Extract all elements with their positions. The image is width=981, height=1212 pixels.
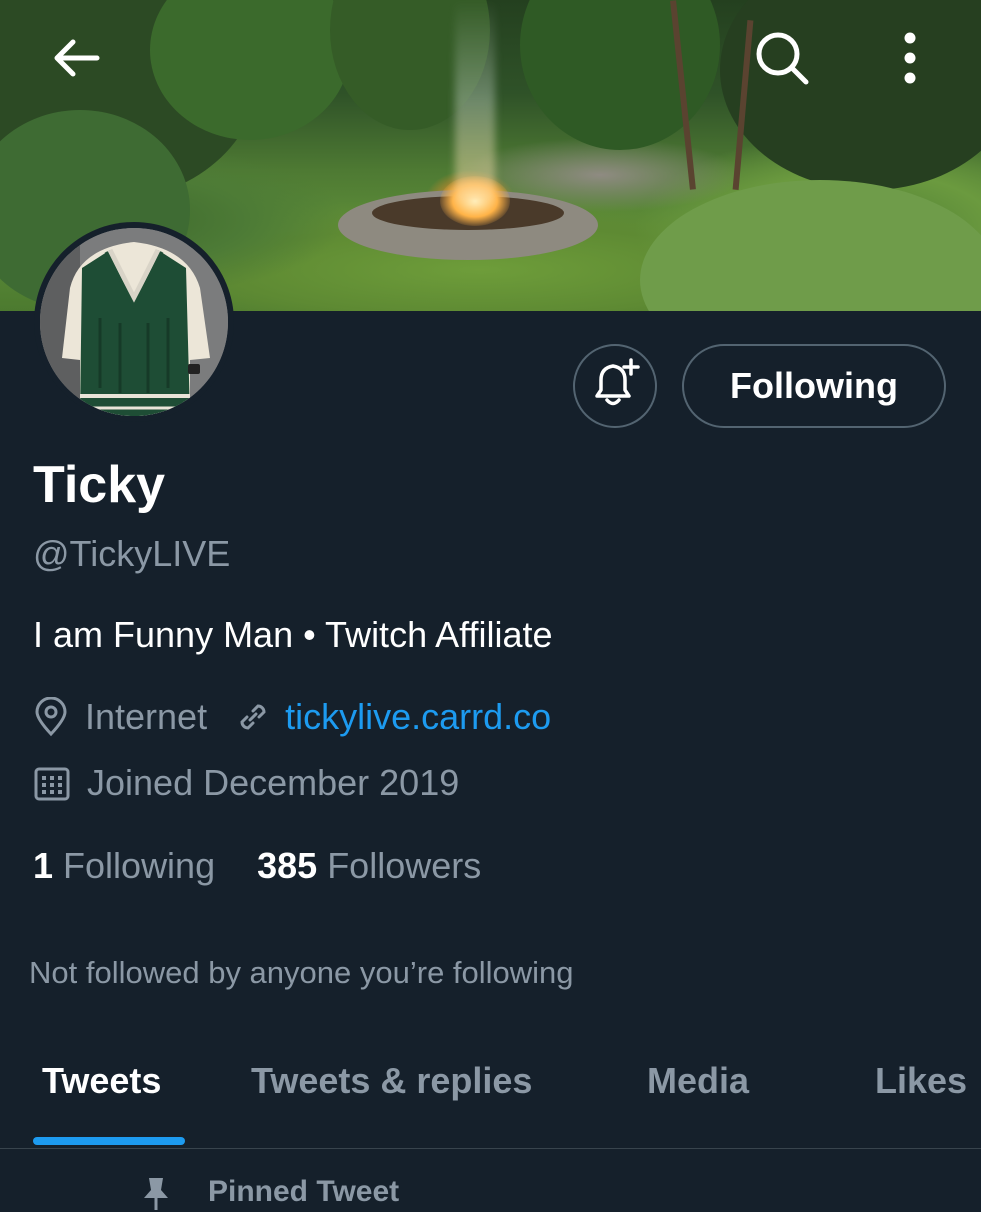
display-name: Ticky [33,456,166,514]
following-button[interactable]: Following [682,344,946,428]
following-button-label: Following [730,365,898,406]
bio: I am Funny Man • Twitch Affiliate [33,614,553,655]
banner-foliage [720,0,981,190]
tab-tweets[interactable]: Tweets [42,1060,161,1102]
following-stat[interactable]: 1 Following [33,845,215,887]
bell-plus-icon [589,357,641,415]
social-context: Not followed by anyone you’re following [29,955,574,990]
notifications-button[interactable] [573,344,657,428]
avatar[interactable] [34,222,234,422]
tab-likes[interactable]: Likes [875,1060,967,1102]
tab-tweets-replies[interactable]: Tweets & replies [251,1060,532,1102]
followers-stat-label: Followers [317,845,482,886]
back-arrow-icon [51,38,101,83]
joined-row: Joined December 2019 [33,762,459,804]
search-button[interactable] [752,30,812,90]
banner-smoke [455,0,495,200]
pin-icon [140,1172,172,1212]
back-button[interactable] [46,30,106,90]
location-website-row: Internet tickylive.carrd.co [33,696,551,738]
followers-count: 385 [257,845,318,886]
profile-tabs: Tweets Tweets & replies Media Likes [0,1040,981,1149]
username-handle: @TickyLIVE [33,533,231,574]
location-text: Internet [85,696,208,737]
following-stat-label: Following [53,845,216,886]
banner-foliage [640,180,981,311]
active-tab-indicator [33,1137,185,1145]
pinned-tweet-label: Pinned Tweet [208,1175,400,1208]
link-icon [235,699,271,735]
followers-stat[interactable]: 385 Followers [257,845,481,887]
follow-stats: 1 Following 385 Followers [33,845,523,887]
search-icon [754,30,810,91]
calendar-icon [33,764,71,802]
following-count: 1 [33,845,54,886]
banner-foliage [520,0,720,150]
location-pin-icon [33,697,69,737]
avatar-image [40,228,228,416]
tab-media[interactable]: Media [647,1060,749,1102]
more-vertical-icon [903,32,917,89]
website-link[interactable]: tickylive.carrd.co [285,696,551,738]
more-button[interactable] [880,30,940,90]
pinned-tweet-header: Pinned Tweet [140,1172,399,1212]
joined-date: Joined December 2019 [87,762,460,803]
